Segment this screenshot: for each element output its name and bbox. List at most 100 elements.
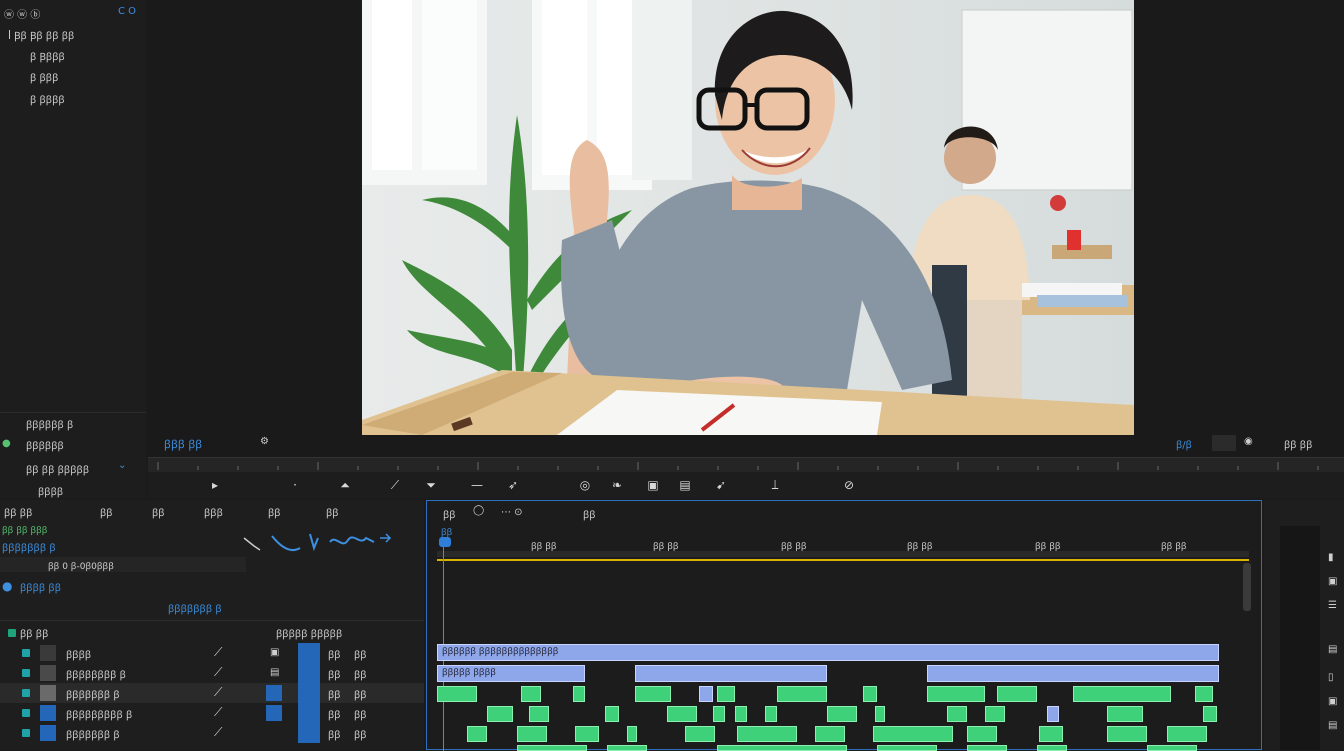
clip[interactable] <box>699 686 713 702</box>
project-lower-item[interactable]: ꞵꞵꞵꞵꞵꞵ <box>26 438 64 452</box>
track-target[interactable] <box>298 723 320 743</box>
project-item[interactable]: ꞵ ꞵꞵꞵꞵ <box>30 92 65 106</box>
monitor-scrubber[interactable] <box>148 457 1344 472</box>
monitor-controls-extra[interactable]: ꞵꞵ ꞵꞵ <box>1284 437 1312 451</box>
lock-icon[interactable] <box>266 685 282 701</box>
slip-tool-icon[interactable]: ⏷ <box>424 478 438 492</box>
timeline-header[interactable]: ꞵꞵ <box>443 507 456 521</box>
clip[interactable] <box>607 745 647 751</box>
clip[interactable] <box>927 665 1219 682</box>
clip[interactable] <box>685 726 715 742</box>
line-tool-icon[interactable]: — <box>470 478 484 492</box>
monitor-controls-left[interactable]: ꞵꞵꞵ ꞵꞵ <box>164 437 202 452</box>
clip[interactable] <box>487 706 513 722</box>
timeline-ruler[interactable]: ꞵꞵ ꞵꞵ ꞵꞵ ꞵꞵ ꞵꞵ ꞵꞵ ꞵꞵ ꞵꞵ ꞵꞵ ꞵꞵ ꞵꞵ ꞵꞵ <box>437 539 1249 559</box>
subheader-blue[interactable]: ꞵꞵꞵꞵꞵꞵꞵ ꞵ <box>2 540 56 554</box>
work-area-bar[interactable] <box>437 559 1249 561</box>
bird-icon[interactable]: ➹ <box>714 478 728 492</box>
select-tool-icon[interactable]: ▸ <box>208 478 222 492</box>
clip[interactable] <box>997 686 1037 702</box>
clip[interactable] <box>967 726 997 742</box>
meter-icon[interactable]: ▯ <box>1328 672 1334 683</box>
monitor-controls-right[interactable]: ꞵ/ꞵ <box>1176 437 1192 451</box>
clip[interactable] <box>667 706 697 722</box>
circle-icon[interactable]: ◯ <box>473 505 484 516</box>
razor-tool-icon[interactable]: ⟋ <box>388 478 402 492</box>
clip[interactable] <box>717 686 735 702</box>
track-target[interactable] <box>298 703 320 723</box>
camera-icon[interactable]: ◎ <box>578 478 592 492</box>
clip[interactable] <box>827 706 857 722</box>
column-header[interactable]: ꞵꞵ ꞵꞵ <box>4 505 32 519</box>
clip[interactable] <box>1073 686 1171 702</box>
track-row[interactable]: ꞵꞵꞵꞵꞵꞵꞵꞵꞵ ꞵ ⟋ ꞵꞵ ꞵꞵ <box>0 703 424 723</box>
project-header-icons[interactable]: C O <box>118 6 136 17</box>
clip[interactable] <box>765 706 777 722</box>
clip[interactable] <box>575 726 599 742</box>
lock-icon[interactable] <box>266 705 282 721</box>
link-icon[interactable]: ⋯ ⊙ <box>501 507 523 518</box>
meter-icon[interactable]: ▮ <box>1328 552 1334 563</box>
project-item[interactable]: ꟾ Ꞵꞵ Ꞵꞵ ꞵꞵ ꞵꞵ <box>8 28 74 42</box>
clip[interactable] <box>517 745 587 751</box>
lock-icon[interactable]: ▣ <box>270 647 279 658</box>
track-target[interactable] <box>298 643 320 663</box>
clip[interactable] <box>947 706 967 722</box>
project-lower-item[interactable]: ꞵꞵ ꞵꞵ ꞵꞵꞵꞵꞵ <box>26 462 89 476</box>
column-header[interactable]: ꞵꞵ <box>152 505 165 519</box>
clip[interactable] <box>635 686 671 702</box>
meter-icon[interactable]: ☰ <box>1328 600 1337 611</box>
column-header[interactable]: ꞵꞵ <box>326 505 339 519</box>
clip[interactable] <box>1203 706 1217 722</box>
clip[interactable] <box>735 706 747 722</box>
ripple-tool-icon[interactable]: ⏶ <box>338 478 352 492</box>
track-row[interactable]: ꞵꞵꞵꞵꞵꞵꞵ ꞵ ⟋ ꞵꞵ ꞵꞵ <box>0 683 424 703</box>
clip[interactable] <box>737 726 797 742</box>
meter-icon[interactable]: ▤ <box>1328 644 1337 655</box>
lock-icon[interactable]: ▤ <box>270 667 279 678</box>
circle-slash-icon[interactable]: ⊘ <box>842 478 856 492</box>
clip[interactable] <box>529 706 549 722</box>
pencil-icon[interactable]: ⟋ <box>214 685 222 700</box>
clip[interactable] <box>467 726 487 742</box>
pencil-icon[interactable]: ⟋ <box>214 645 222 660</box>
clip[interactable] <box>1107 706 1143 722</box>
clip[interactable] <box>605 706 619 722</box>
clip[interactable] <box>777 686 827 702</box>
pencil-icon[interactable]: ⟋ <box>214 665 222 680</box>
column-header[interactable]: ꞵꞵꞵ <box>204 505 223 519</box>
project-item[interactable]: ꞵ ꞵꞵꞵ <box>30 70 58 84</box>
clip[interactable] <box>1037 745 1067 751</box>
grid-icon[interactable]: ▤ <box>678 478 692 492</box>
project-item[interactable]: ꞵ Ꞵꞵꞵꞵ <box>30 49 65 63</box>
clip[interactable] <box>1107 726 1147 742</box>
track-target[interactable] <box>298 663 320 683</box>
dot-tool-icon[interactable]: · <box>288 478 302 492</box>
clip[interactable]: ꞵꞵꞵꞵꞵꞵ ꞵꞵꞵꞵꞵꞵꞵꞵꞵꞵꞵꞵꞵꞵ <box>437 644 1219 661</box>
clip[interactable] <box>927 686 985 702</box>
pen-tool-icon[interactable]: ➶ <box>506 478 520 492</box>
clip[interactable]: ꞵꞵꞵꞵꞵ ꞵꞵꞵꞵ <box>437 665 585 682</box>
info-blue[interactable]: ꞵꞵꞵꞵ ꞵꞵ <box>20 580 61 594</box>
frame-icon[interactable]: ▣ <box>646 478 660 492</box>
clip[interactable] <box>713 706 725 722</box>
clip[interactable] <box>437 686 477 702</box>
timeline-header2[interactable]: ꞵꞵ <box>583 507 596 521</box>
clip[interactable] <box>717 745 847 751</box>
clip[interactable] <box>873 726 953 742</box>
shield-icon[interactable]: ◉ <box>1244 436 1253 447</box>
clip[interactable] <box>627 726 637 742</box>
timeline-scrollbar[interactable] <box>1243 563 1251 611</box>
clip[interactable] <box>1147 745 1197 751</box>
column-header[interactable]: ꞵꞵ <box>268 505 281 519</box>
chevron-down-icon[interactable]: ⌄ <box>118 460 126 471</box>
clip[interactable] <box>985 706 1005 722</box>
project-lower-item[interactable]: ꞵꞵꞵꞵꞵꞵ ꞵ <box>26 417 73 431</box>
gear-icon[interactable]: ⚙ <box>260 436 269 447</box>
track-row[interactable]: ꞵꞵꞵꞵ ⟋ ▣ ꞵꞵ ꞵꞵ <box>0 643 424 663</box>
clip[interactable] <box>1195 686 1213 702</box>
clip[interactable] <box>875 706 885 722</box>
track-target[interactable] <box>298 683 320 703</box>
clip[interactable] <box>1167 726 1207 742</box>
meter-icon[interactable]: ▣ <box>1328 696 1337 707</box>
